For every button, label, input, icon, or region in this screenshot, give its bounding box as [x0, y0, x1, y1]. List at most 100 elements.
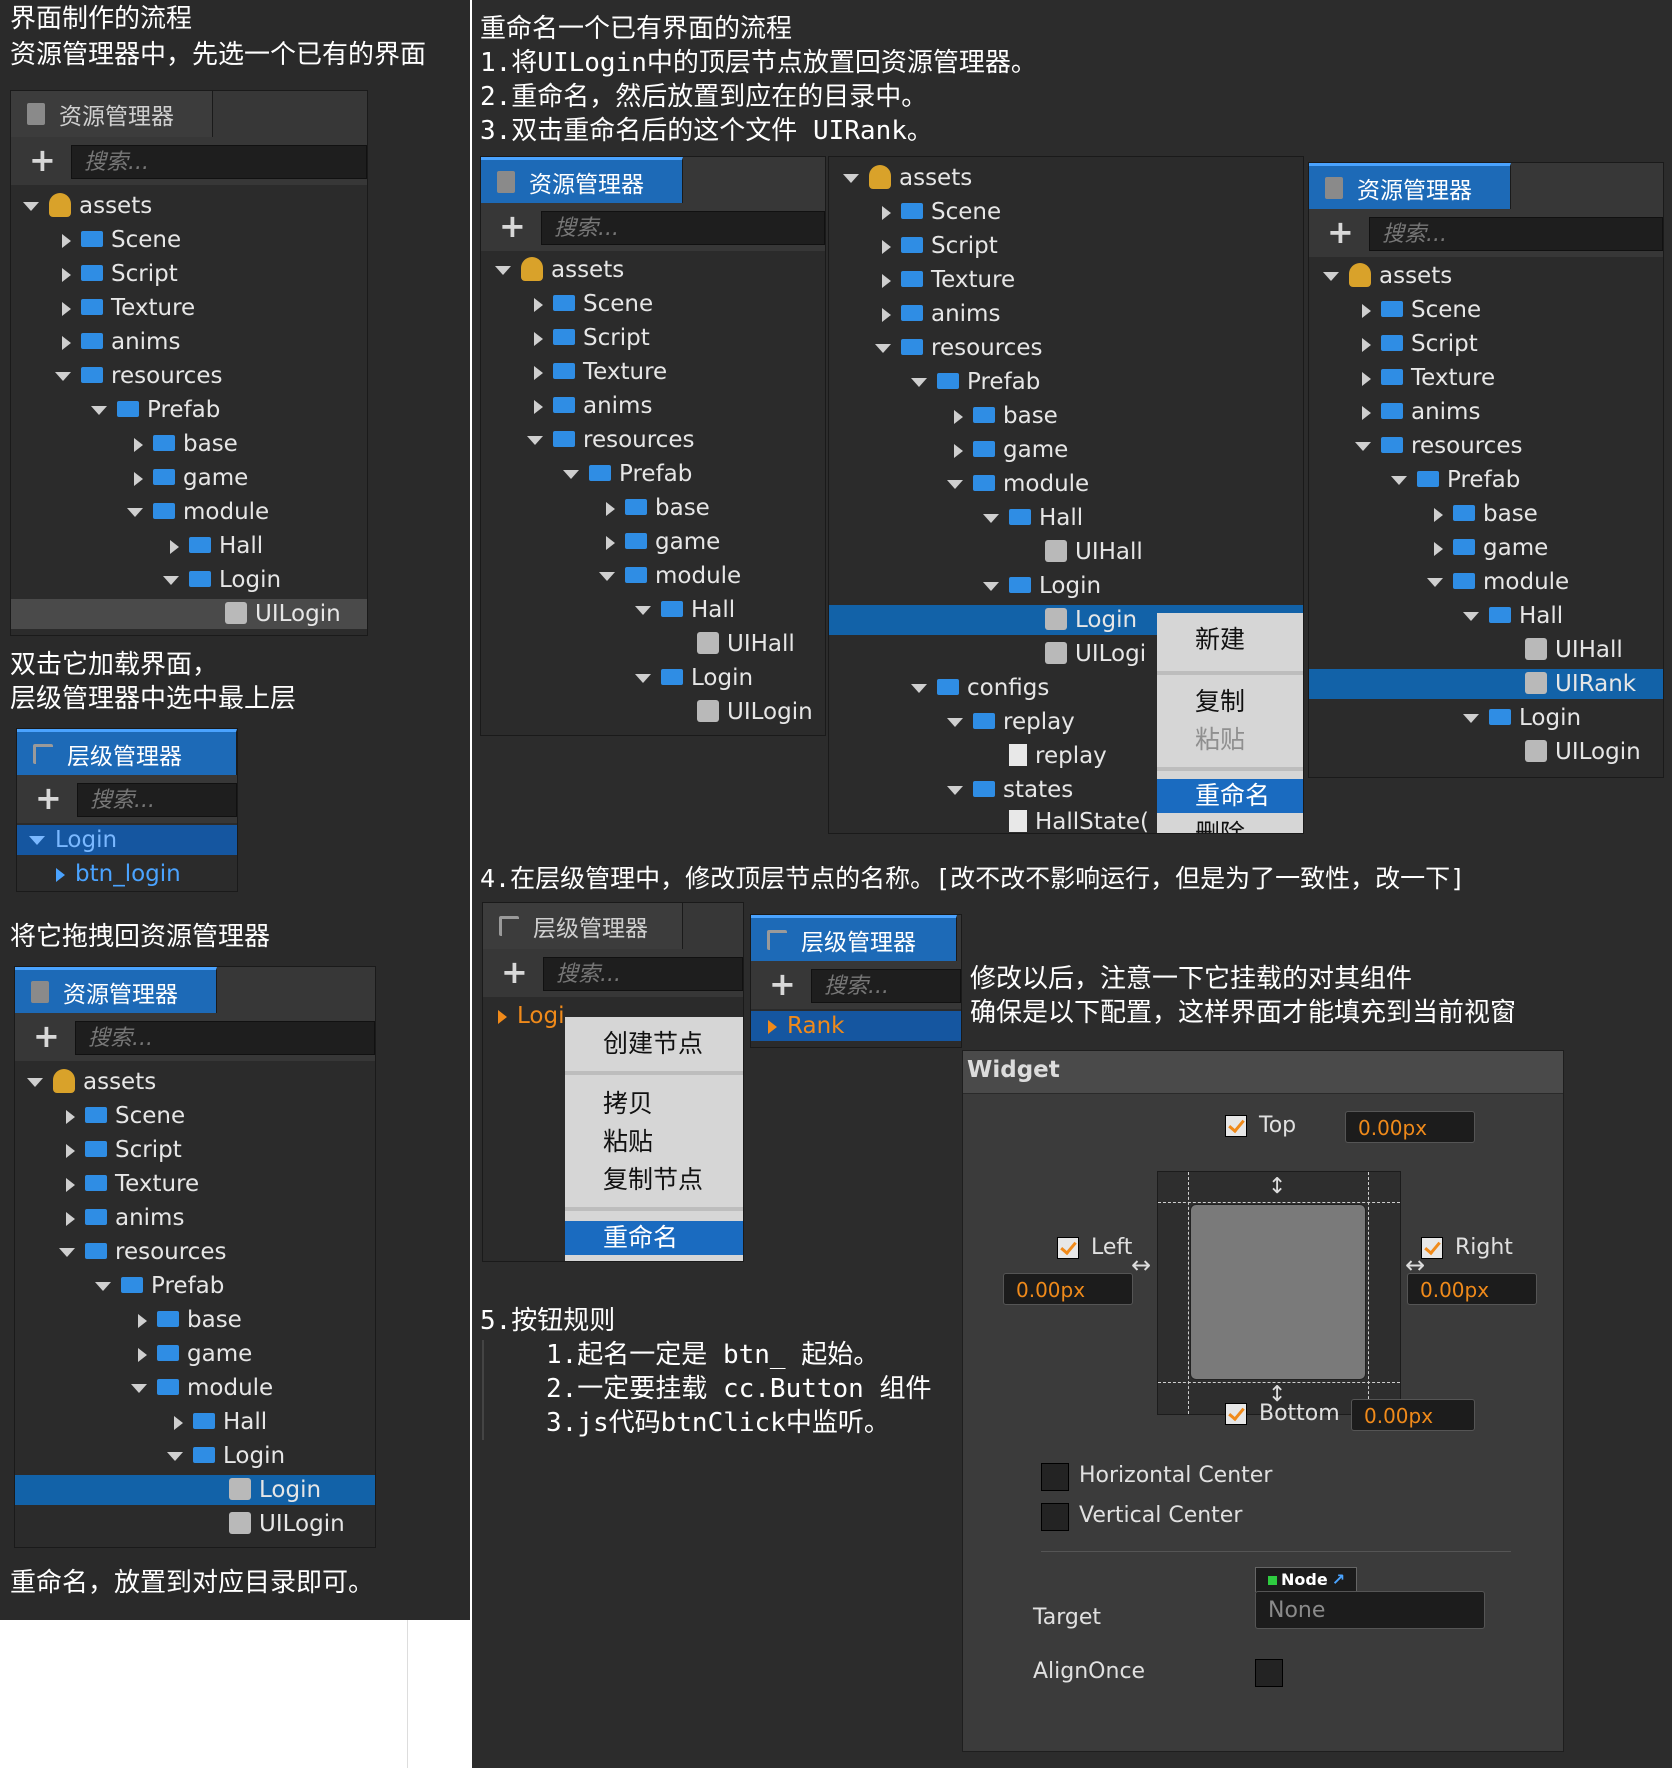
right-value-field[interactable]: 0.00px — [1407, 1273, 1537, 1305]
expand-arrow-icon[interactable] — [563, 470, 579, 479]
add-icon[interactable]: + — [29, 141, 56, 179]
tree-row[interactable]: resources — [11, 361, 367, 391]
add-icon[interactable]: + — [501, 953, 528, 991]
collapse-arrow-icon[interactable] — [882, 273, 891, 288]
tree-row[interactable]: base — [829, 401, 1303, 431]
expand-arrow-icon[interactable] — [635, 606, 651, 615]
tree-row[interactable]: Scene — [829, 197, 1303, 227]
tree-row[interactable]: game — [11, 463, 367, 493]
tree-row[interactable]: base — [15, 1305, 375, 1335]
external-link-icon[interactable]: ↗ — [1332, 1570, 1345, 1589]
tree-row[interactable]: base — [11, 429, 367, 459]
tree-row[interactable]: Hall — [15, 1407, 375, 1437]
tree-row[interactable]: UIHall — [1309, 635, 1663, 665]
menu-item-paste[interactable]: 粘贴 — [565, 1125, 743, 1159]
expand-arrow-icon[interactable] — [911, 684, 927, 693]
tree-row[interactable]: resources — [829, 333, 1303, 363]
search-input[interactable]: 搜索... — [811, 969, 961, 1003]
tree-row[interactable]: assets — [11, 191, 367, 221]
expand-arrow-icon[interactable] — [527, 436, 543, 445]
tree-row[interactable]: game — [1309, 533, 1663, 563]
expand-arrow-icon[interactable] — [91, 406, 107, 415]
tree-row[interactable]: UIHall — [481, 629, 825, 659]
expand-arrow-icon[interactable] — [635, 674, 651, 683]
collapse-arrow-icon[interactable] — [534, 399, 543, 414]
add-icon[interactable]: + — [499, 207, 526, 245]
add-icon[interactable]: + — [769, 965, 796, 1003]
collapse-arrow-icon[interactable] — [1434, 541, 1443, 556]
top-value-field[interactable]: 0.00px — [1345, 1111, 1475, 1143]
tree-row[interactable]: Prefab — [1309, 465, 1663, 495]
collapse-arrow-icon[interactable] — [170, 539, 179, 554]
collapse-arrow-icon[interactable] — [954, 443, 963, 458]
collapse-arrow-icon[interactable] — [134, 471, 143, 486]
expand-arrow-icon[interactable] — [947, 786, 963, 795]
search-input[interactable]: 搜索... — [77, 783, 237, 817]
vertical-center-checkbox[interactable] — [1041, 1503, 1069, 1531]
search-input[interactable]: 搜索... — [541, 211, 825, 245]
tree-row[interactable]: Scene — [15, 1101, 375, 1131]
tree-row[interactable]: UIHall — [829, 537, 1303, 567]
tree-row[interactable]: module — [1309, 567, 1663, 597]
menu-item-create-node[interactable]: 创建节点 — [565, 1027, 743, 1061]
tree-row-selected[interactable]: UILogin — [11, 599, 367, 629]
add-icon[interactable]: + — [33, 1017, 60, 1055]
tree-row[interactable]: Login — [11, 565, 367, 595]
target-field[interactable]: None — [1255, 1591, 1485, 1629]
tree-row-selected[interactable]: Login — [15, 1475, 375, 1505]
menu-item-delete[interactable]: 删除 — [1157, 817, 1303, 833]
collapse-arrow-icon[interactable] — [134, 437, 143, 452]
node-row-selected[interactable]: Login — [17, 825, 237, 855]
expand-arrow-icon[interactable] — [1355, 442, 1371, 451]
search-input[interactable]: 搜索... — [71, 145, 367, 179]
expand-arrow-icon[interactable] — [947, 480, 963, 489]
tab-hierarchy[interactable]: 层级管理器 — [17, 729, 237, 775]
tree-row[interactable]: anims — [15, 1203, 375, 1233]
tree-row[interactable]: Script — [15, 1135, 375, 1165]
tree-row[interactable]: Scene — [1309, 295, 1663, 325]
tree-row[interactable]: UILogin — [15, 1509, 375, 1539]
collapse-arrow-icon[interactable] — [954, 409, 963, 424]
expand-arrow-icon[interactable] — [95, 1282, 111, 1291]
tree-row[interactable]: Login — [1309, 703, 1663, 733]
tree-row[interactable]: game — [481, 527, 825, 557]
collapse-arrow-icon[interactable] — [62, 335, 71, 350]
expand-arrow-icon[interactable] — [55, 372, 71, 381]
tree-row[interactable]: anims — [11, 327, 367, 357]
collapse-arrow-icon[interactable] — [1362, 405, 1371, 420]
add-icon[interactable]: + — [1327, 213, 1354, 251]
expand-arrow-icon[interactable] — [29, 836, 45, 845]
collapse-arrow-icon[interactable] — [66, 1109, 75, 1124]
tree-row[interactable]: module — [15, 1373, 375, 1403]
search-input[interactable]: 搜索... — [75, 1021, 375, 1055]
left-value-field[interactable]: 0.00px — [1003, 1273, 1133, 1305]
collapse-arrow-icon[interactable] — [66, 1177, 75, 1192]
bottom-value-field[interactable]: 0.00px — [1351, 1399, 1475, 1431]
tree-row[interactable]: Script — [481, 323, 825, 353]
tree-row[interactable]: Texture — [11, 293, 367, 323]
tree-row[interactable]: Prefab — [829, 367, 1303, 397]
expand-arrow-icon[interactable] — [983, 582, 999, 591]
expand-arrow-icon[interactable] — [59, 1248, 75, 1257]
collapse-arrow-icon[interactable] — [66, 1211, 75, 1226]
top-checkbox[interactable] — [1225, 1115, 1247, 1137]
expand-arrow-icon[interactable] — [1323, 272, 1339, 281]
tab-asset-manager[interactable]: 资源管理器 — [1309, 163, 1511, 209]
collapse-arrow-icon[interactable] — [1362, 371, 1371, 386]
collapse-arrow-icon[interactable] — [1434, 507, 1443, 522]
collapse-arrow-icon[interactable] — [138, 1313, 147, 1328]
expand-arrow-icon[interactable] — [1391, 476, 1407, 485]
tree-row[interactable]: Scene — [481, 289, 825, 319]
tab-asset-manager[interactable]: 资源管理器 — [15, 967, 217, 1013]
left-checkbox[interactable] — [1057, 1237, 1079, 1259]
expand-arrow-icon[interactable] — [843, 174, 859, 183]
tree-row[interactable]: module — [481, 561, 825, 591]
collapse-arrow-icon[interactable] — [534, 365, 543, 380]
collapse-arrow-icon[interactable] — [534, 297, 543, 312]
tree-row[interactable]: Login — [481, 663, 825, 693]
collapse-arrow-icon[interactable] — [1362, 337, 1371, 352]
tree-row[interactable]: Hall — [11, 531, 367, 561]
collapse-arrow-icon[interactable] — [606, 501, 615, 516]
tree-row[interactable]: assets — [829, 163, 1303, 193]
tree-row[interactable]: resources — [1309, 431, 1663, 461]
